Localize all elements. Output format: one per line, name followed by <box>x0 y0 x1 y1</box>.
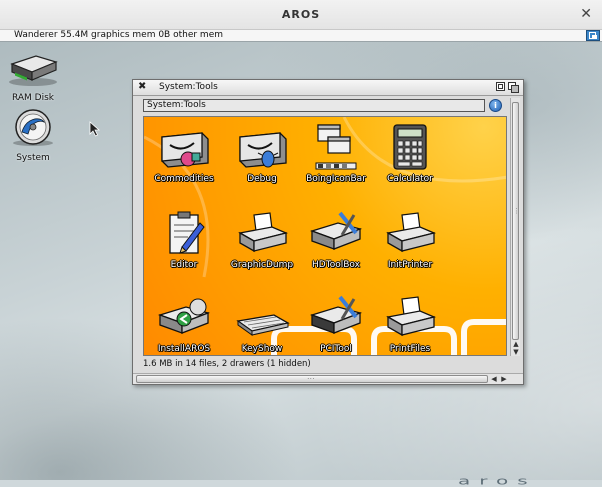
hdtoolbox-icon <box>309 211 363 250</box>
horizontal-scroll-knob[interactable] <box>136 372 488 383</box>
file-icon-editor[interactable]: Editor <box>144 209 224 270</box>
file-icon-initprinter[interactable]: InitPrinter <box>370 209 450 270</box>
desktop-icon-ram-disk[interactable]: RAM Disk <box>3 50 63 103</box>
desktop-icon-label: RAM Disk <box>11 93 54 103</box>
boingiconbar-icon <box>315 124 357 170</box>
scroll-right-icon[interactable]: ▶ <box>499 375 509 383</box>
aros-logo: aros <box>458 474 537 487</box>
scroll-left-icon[interactable]: ◀ <box>489 375 499 383</box>
window-zoom-icon[interactable] <box>496 82 505 91</box>
desktop-icon-label: System <box>16 153 50 163</box>
file-icon-installaros[interactable]: InstallAROS <box>144 293 224 354</box>
file-icon-label: Debug <box>247 174 277 184</box>
window-title-bar[interactable]: ✖ System:Tools <box>133 80 523 96</box>
horizontal-scrollbar[interactable]: ◀ ▶ <box>133 372 523 384</box>
window-close-icon[interactable]: ✖ <box>138 81 146 92</box>
ram-disk-icon <box>9 55 58 86</box>
hdtoolbox-icon <box>309 295 363 334</box>
file-icon-commodities[interactable]: Commodities <box>144 123 224 184</box>
printer-icon <box>386 296 437 337</box>
file-icon-label: PCITool <box>320 344 352 354</box>
file-icon-debug[interactable]: Debug <box>222 123 302 184</box>
file-icon-graphicdump[interactable]: GraphicDump <box>222 209 302 270</box>
file-icon-label: GraphicDump <box>230 260 294 270</box>
file-icon-calculator[interactable]: Calculator <box>370 123 450 184</box>
file-icon-label: Commodities <box>154 174 214 184</box>
file-icon-label: Calculator <box>387 174 433 184</box>
host-title-bar[interactable]: AROS ✕ <box>0 0 602 30</box>
file-icon-label: PrintFiles <box>389 344 431 354</box>
system-drive-icon <box>13 109 53 146</box>
screen-depth-icon[interactable] <box>586 30 600 41</box>
file-icon-label: InstallAROS <box>157 344 211 354</box>
window-depth-icon[interactable] <box>508 82 519 93</box>
host-close-icon[interactable]: ✕ <box>580 6 592 22</box>
vertical-scrollbar[interactable]: ▲ ▼ <box>510 98 520 356</box>
file-icon-boingiconbar[interactable]: BoingIconBar <box>296 123 376 184</box>
file-icon-label: HDToolBox <box>312 260 360 270</box>
printer-icon <box>386 212 437 253</box>
file-icon-printfiles[interactable]: PrintFiles <box>370 293 450 354</box>
wanderer-screen-bar: Wanderer 55.4M graphics mem 0B other mem <box>0 30 602 42</box>
keyboard-icon <box>236 314 290 336</box>
editor-icon <box>169 211 205 254</box>
status-text: 1.6 MB in 14 files, 2 drawers (1 hidden) <box>143 359 311 369</box>
drawer-window-system-tools[interactable]: ✖ System:Tools System:Tools i Commoditie… <box>132 79 524 385</box>
desktop-icon-system[interactable]: System <box>3 108 63 163</box>
file-icon-keyshow[interactable]: KeyShow <box>222 293 302 354</box>
mouse-pointer-icon <box>89 121 101 137</box>
file-icon-label: KeyShow <box>241 344 283 354</box>
screen-bar-memory-text: Wanderer 55.4M graphics mem 0B other mem <box>14 30 224 40</box>
drawer-icon <box>239 132 287 168</box>
install-icon <box>157 298 211 334</box>
file-icon-label: Editor <box>170 260 198 270</box>
drawer-icon <box>161 132 209 168</box>
icon-view-area[interactable]: Commodities Debug BoingIconBar Calculato… <box>143 116 507 356</box>
window-title: System:Tools <box>159 82 218 92</box>
scroll-up-icon[interactable]: ▲ <box>511 340 521 348</box>
file-icon-label: BoingIconBar <box>306 174 366 184</box>
file-icon-label: InitPrinter <box>387 260 433 270</box>
file-icon-hdtoolbox[interactable]: HDToolBox <box>296 209 376 270</box>
vertical-scroll-knob[interactable] <box>512 102 520 340</box>
calculator-icon <box>393 124 427 170</box>
scroll-down-icon[interactable]: ▼ <box>511 348 521 356</box>
host-window-title: AROS <box>281 8 321 21</box>
file-icon-pcitool[interactable]: PCITool <box>296 293 376 354</box>
info-icon[interactable]: i <box>489 99 502 112</box>
printer-icon <box>238 212 289 253</box>
path-input[interactable]: System:Tools <box>143 99 485 112</box>
